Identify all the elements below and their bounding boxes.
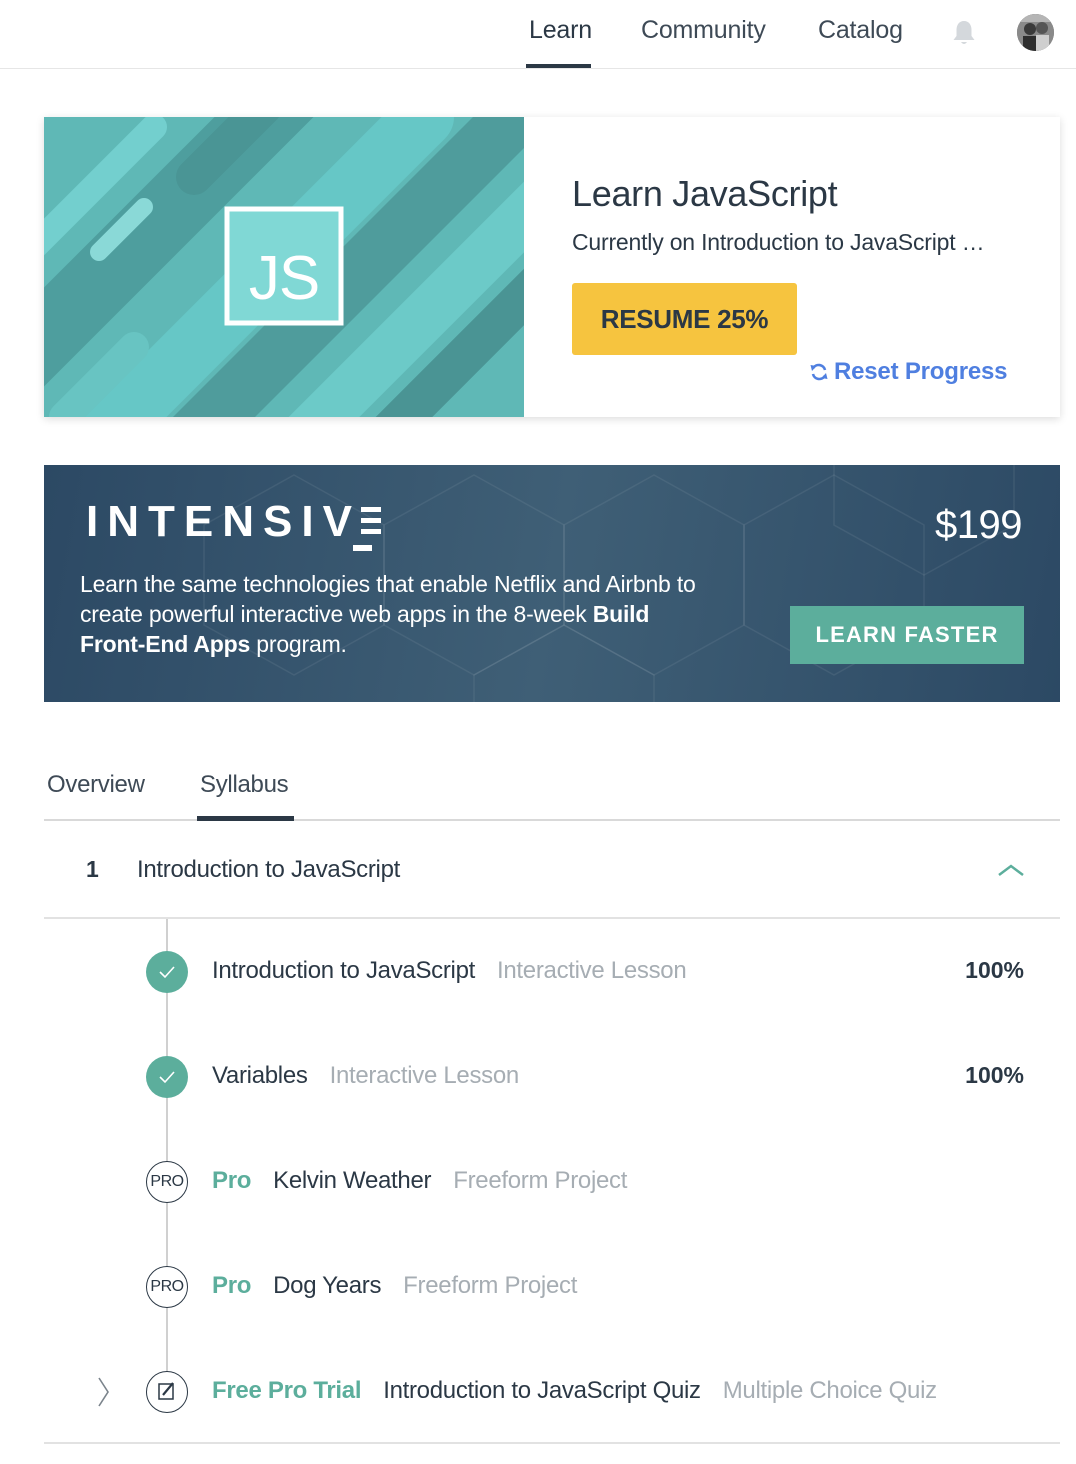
nav-catalog[interactable]: Catalog [818,16,903,45]
lesson-type: Freeform Project [453,1167,628,1194]
lesson-text: Introduction to JavaScript Interactive Le… [212,957,687,985]
lesson-tag: Pro [212,1167,252,1194]
lesson-type: Multiple Choice Quiz [722,1377,937,1404]
lesson-name: Kelvin Weather [273,1167,432,1194]
module-title: Introduction to JavaScript [137,856,401,883]
module-divider [44,917,1060,919]
top-nav: Learn Community Catalog [0,0,1076,69]
pro-icon: PRO [146,1161,188,1203]
intensive-description: Learn the same technologies that enable … [80,569,720,659]
chevron-right-icon [98,1377,109,1407]
lesson-name: Introduction to JavaScript [212,957,476,984]
lesson-text: Pro Dog Years Freeform Project [212,1272,577,1300]
lesson-name: Variables [212,1062,308,1089]
intensive-logo: INTENSIV [86,497,383,547]
intensive-logo-underline [353,545,372,551]
resume-button[interactable]: RESUME 25% [572,283,797,355]
bell-icon[interactable] [951,19,977,47]
lesson-text: Variables Interactive Lesson [212,1062,519,1090]
pro-icon: PRO [146,1266,188,1308]
lesson-type: Freeform Project [403,1272,578,1299]
logo-e-mark [360,507,381,534]
lesson-row[interactable]: PRO Pro Dog Years Freeform Project [0,1262,1076,1312]
reset-progress-link[interactable]: Reset Progress [809,358,1007,386]
module-number: 1 [86,856,99,882]
lesson-text: Pro Kelvin Weather Freeform Project [212,1167,627,1195]
checkmark [159,966,175,979]
lesson-name: Dog Years [273,1272,382,1299]
js-badge: JS [248,244,320,313]
chevron-up-icon[interactable] [997,862,1025,878]
avatar-image [1017,14,1054,51]
course-current-lesson: Currently on Introduction to JavaScript … [572,229,985,255]
lesson-name: Introduction to JavaScript Quiz [383,1377,701,1404]
lesson-row[interactable]: Free Pro Trial Introduction to JavaScript… [0,1367,1076,1417]
lesson-row[interactable]: Introduction to JavaScript Interactive Le… [0,947,1076,997]
course-banner-image: JS [44,117,524,417]
intensive-logo-text: INTENSIV [86,497,361,546]
lesson-type: Interactive Lesson [329,1062,520,1089]
tab-syllabus[interactable]: Syllabus [200,771,289,799]
intensive-price: $199 [935,503,1022,547]
lesson-text: Free Pro Trial Introduction to JavaScript… [212,1377,937,1405]
quiz-icon [146,1371,188,1413]
reset-progress-label: Reset Progress [834,358,1008,385]
course-card: JS Learn JavaScript Currently on Introdu… [44,117,1060,417]
description-end: program. [250,631,347,657]
module-bottom-divider [44,1442,1060,1444]
course-title: Learn JavaScript [572,173,838,214]
lesson-progress: 100% [965,1062,1024,1088]
intensive-logo-e [360,498,383,534]
user-avatar[interactable] [1017,14,1054,51]
lesson-row[interactable]: Variables Interactive Lesson 100% [0,1052,1076,1102]
nav-learn[interactable]: Learn [529,16,592,45]
refresh-icon [810,363,828,381]
pencil-note-icon [158,1382,174,1400]
lesson-progress: 100% [965,957,1024,983]
learn-faster-button[interactable]: LEARN FASTER [790,606,1024,664]
checkmark [159,1071,175,1084]
nav-community[interactable]: Community [641,16,766,45]
tab-active-indicator [197,816,294,821]
nav-active-indicator [526,64,591,68]
lesson-tag: Free Pro Trial [212,1377,362,1404]
check-icon [146,951,188,993]
lesson-type: Interactive Lesson [497,957,687,984]
intensive-banner: INTENSIV $199 Learn the same technologie… [44,465,1060,702]
lesson-row[interactable]: PRO Pro Kelvin Weather Freeform Project [0,1157,1076,1207]
check-icon [146,1056,188,1098]
lesson-tag: Pro [212,1272,252,1299]
tab-overview[interactable]: Overview [47,771,145,799]
